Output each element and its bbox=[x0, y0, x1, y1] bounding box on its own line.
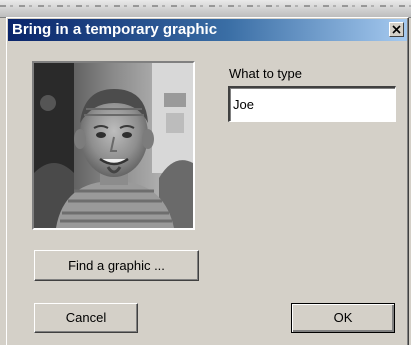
what-to-type-label: What to type bbox=[229, 66, 302, 81]
dialog-window: Bring in a temporary graphic What to typ… bbox=[6, 17, 409, 345]
close-icon bbox=[392, 25, 401, 34]
what-to-type-input[interactable] bbox=[228, 86, 396, 122]
ok-button[interactable]: OK bbox=[291, 303, 395, 333]
photo-preview bbox=[32, 61, 195, 230]
find-graphic-button[interactable]: Find a graphic ... bbox=[34, 250, 199, 281]
dialog-title: Bring in a temporary graphic bbox=[12, 21, 218, 38]
close-button[interactable] bbox=[389, 22, 404, 37]
person-photo-image bbox=[34, 63, 193, 228]
title-bar[interactable]: Bring in a temporary graphic bbox=[8, 19, 407, 41]
background-window-strip bbox=[0, 0, 411, 18]
screen: Bring in a temporary graphic What to typ… bbox=[0, 0, 411, 345]
cancel-button[interactable]: Cancel bbox=[34, 303, 138, 333]
